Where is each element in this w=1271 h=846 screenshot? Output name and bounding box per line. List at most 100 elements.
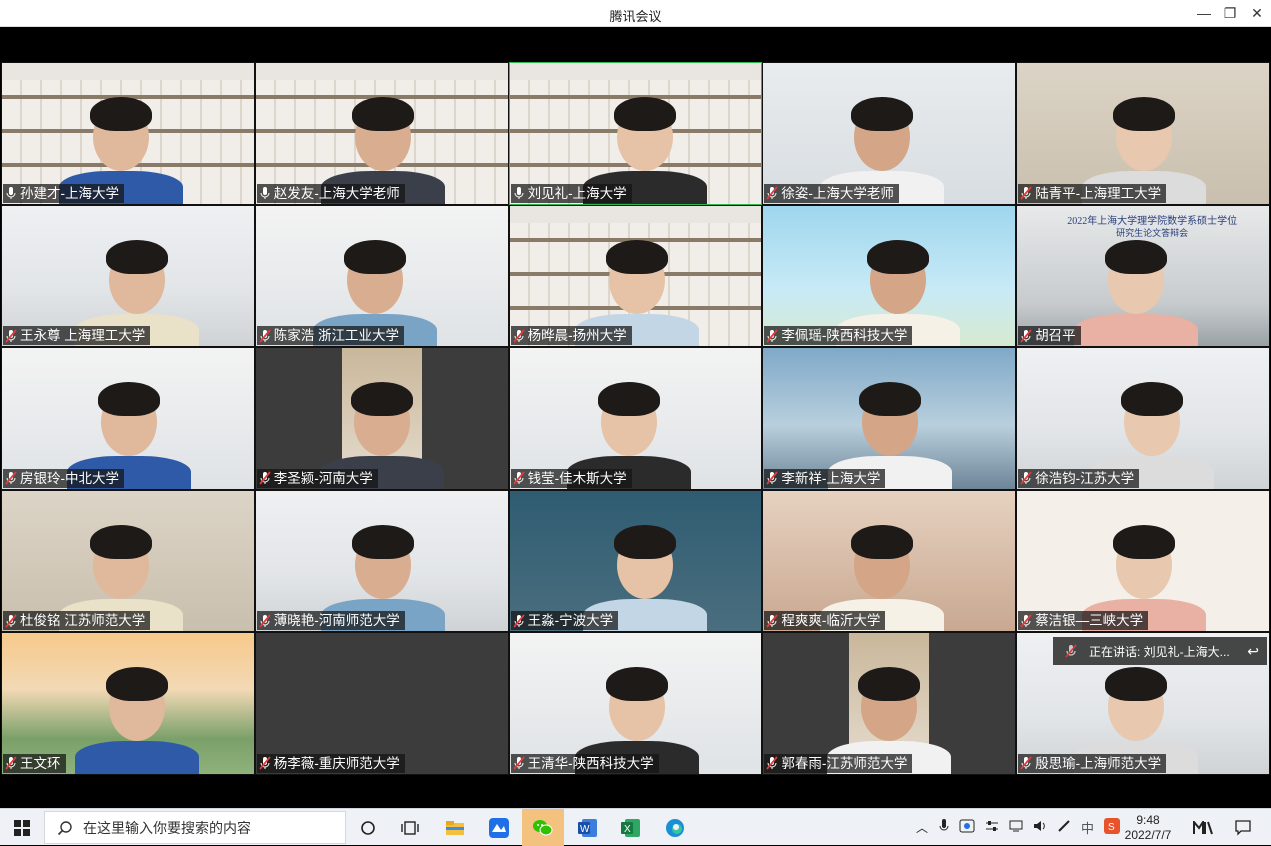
mic-muted-icon xyxy=(512,329,525,343)
person-hair xyxy=(605,239,668,274)
participant-tile[interactable]: 杨李薇-重庆师范大学 xyxy=(254,632,509,775)
clock[interactable]: 9:48 2022/7/7 xyxy=(1118,809,1178,846)
participant-tile[interactable]: 王永尊 上海理工大学 xyxy=(1,204,255,348)
task-view-cortana-button[interactable] xyxy=(354,809,382,846)
participant-tile[interactable]: 2022年上海大学理学院数学系硕士学位 研究生论文答辩会 胡召平 xyxy=(1016,204,1270,348)
tencent-meeting-taskbar-button[interactable] xyxy=(481,809,517,846)
person-hair xyxy=(1113,524,1176,559)
participant-tile[interactable]: 王清华-陕西科技大学 xyxy=(508,632,763,775)
mic-icon xyxy=(259,186,271,200)
participant-tile[interactable]: 陈家浩 浙江工业大学 xyxy=(254,204,509,348)
participant-name: 蔡洁银—三峡大学 xyxy=(1035,613,1144,629)
mic-muted-icon xyxy=(1020,186,1032,200)
person-hair xyxy=(351,97,414,131)
window-title: 腾讯会议 xyxy=(609,9,662,24)
start-button[interactable] xyxy=(0,809,44,846)
participant-name-label: 杨晔晨-扬州大学 xyxy=(510,326,632,346)
person-hair xyxy=(90,97,152,131)
participant-tile[interactable]: 赵发友-上海大学老师 xyxy=(254,62,509,205)
cortana-icon xyxy=(361,820,375,835)
person-hair xyxy=(1105,667,1168,702)
tencent-meeting-icon xyxy=(489,817,509,838)
participant-tile[interactable]: 陆青平-上海理工大学 xyxy=(1016,62,1270,205)
participant-name: 杨李薇-重庆师范大学 xyxy=(273,755,400,771)
poster-title: 2022年上海大学理学院数学系硕士学位 xyxy=(1067,215,1238,227)
mic-muted-icon xyxy=(1020,614,1032,628)
mic-muted-icon xyxy=(5,329,17,343)
participant-tile[interactable]: 杨晔晨-扬州大学 xyxy=(508,204,763,348)
participant-tile[interactable]: 钱莹-佳木斯大学 xyxy=(508,347,763,490)
mic-muted-icon xyxy=(766,471,779,485)
excel-taskbar-button[interactable]: X xyxy=(613,809,649,846)
file-explorer-button[interactable] xyxy=(437,809,473,846)
person-hair xyxy=(613,97,676,131)
clock-date: 2022/7/7 xyxy=(1124,827,1172,842)
participant-tile[interactable]: 徐浩钧-江苏大学 xyxy=(1016,347,1270,490)
participant-name: 徐姿-上海大学老师 xyxy=(781,185,894,201)
participant-tile[interactable]: 王文环 xyxy=(1,632,255,775)
microphone-icon[interactable] xyxy=(939,819,949,836)
restore-button[interactable]: ❐ xyxy=(1219,3,1241,23)
volume-icon[interactable] xyxy=(1033,819,1047,836)
participant-tile[interactable]: 徐姿-上海大学老师 xyxy=(762,62,1017,205)
mic-muted-icon xyxy=(512,614,525,628)
mic-muted-icon xyxy=(5,756,17,771)
person-hair xyxy=(343,239,406,274)
mic-muted-icon xyxy=(259,329,271,343)
mic-muted-icon xyxy=(1020,756,1032,771)
pen-icon[interactable] xyxy=(1057,819,1071,836)
meeting-tray-icon[interactable] xyxy=(959,819,975,836)
taskbar-search-box[interactable]: 在这里输入你要搜索的内容 xyxy=(44,811,346,844)
wechat-taskbar-button[interactable] xyxy=(522,809,564,846)
mic-muted-icon xyxy=(766,329,779,343)
mic-muted-icon xyxy=(766,756,779,771)
participant-name: 钱莹-佳木斯大学 xyxy=(527,470,627,486)
participant-tile[interactable]: 王淼-宁波大学 xyxy=(508,489,763,633)
participant-tile[interactable]: 程爽爽-临沂大学 xyxy=(762,489,1017,633)
participant-name: 杜俊铭 江苏师范大学 xyxy=(20,613,146,629)
participant-tile[interactable]: 薄晓艳-河南师范大学 xyxy=(254,489,509,633)
participant-tile[interactable]: 孙建才-上海大学 xyxy=(1,62,255,205)
person-hair xyxy=(597,382,660,417)
participant-name-label: 刘见礼-上海大学 xyxy=(510,183,632,203)
participant-tile[interactable]: 李佩瑶-陕西科技大学 xyxy=(762,204,1017,348)
ime-indicator[interactable]: 中 xyxy=(1081,818,1094,837)
close-button[interactable]: ✕ xyxy=(1246,3,1268,23)
participant-name-label: 徐浩钧-江苏大学 xyxy=(1018,468,1140,488)
participant-name-label: 王永尊 上海理工大学 xyxy=(3,326,151,346)
participant-tile[interactable]: 李新祥-上海大学 xyxy=(762,347,1017,490)
participant-tile[interactable]: 李圣颍-河南大学 xyxy=(254,347,509,490)
person-body xyxy=(1074,313,1199,347)
speaking-indicator: 正在讲话: 刘见礼-上海大... ↩ xyxy=(1053,637,1267,665)
person-hair xyxy=(90,524,152,559)
app-tray-button[interactable] xyxy=(1188,809,1218,846)
participant-name: 殷思瑜-上海师范大学 xyxy=(1035,755,1162,771)
notification-button[interactable] xyxy=(1228,809,1258,846)
participant-tile[interactable]: 刘见礼-上海大学 xyxy=(508,62,763,205)
participant-tile[interactable]: 杜俊铭 江苏师范大学 xyxy=(1,489,255,633)
person-hair xyxy=(350,382,413,417)
person-hair xyxy=(613,524,676,559)
edge-taskbar-button[interactable] xyxy=(657,809,693,846)
participant-tile[interactable]: 房银玲-中北大学 xyxy=(1,347,255,490)
participant-tile[interactable]: 郭春雨-江苏师范大学 xyxy=(762,632,1017,775)
participant-name: 郭春雨-江苏师范大学 xyxy=(781,755,908,771)
participant-name: 程爽爽-临沂大学 xyxy=(781,613,881,629)
minimize-icon: — xyxy=(1197,5,1211,21)
task-view-button[interactable] xyxy=(396,809,424,846)
restore-icon: ❐ xyxy=(1223,4,1237,21)
close-icon: ✕ xyxy=(1251,4,1263,21)
meeting-bottom-bar xyxy=(0,776,1271,808)
word-taskbar-button[interactable]: W xyxy=(570,809,606,846)
collapse-icon[interactable]: ↩ xyxy=(1247,643,1259,660)
minimize-button[interactable]: — xyxy=(1193,3,1215,23)
chevron-up-icon[interactable]: ︿ xyxy=(916,819,928,836)
participant-name-label: 王淼-宁波大学 xyxy=(510,611,619,631)
screen-icon[interactable] xyxy=(1009,820,1023,835)
network-icon[interactable] xyxy=(985,819,999,836)
clock-time: 9:48 xyxy=(1136,812,1160,827)
participant-tile[interactable]: 蔡洁银—三峡大学 xyxy=(1016,489,1270,633)
person-body xyxy=(75,741,199,774)
task-view-icon xyxy=(401,820,419,835)
mic-muted-icon xyxy=(5,614,17,628)
